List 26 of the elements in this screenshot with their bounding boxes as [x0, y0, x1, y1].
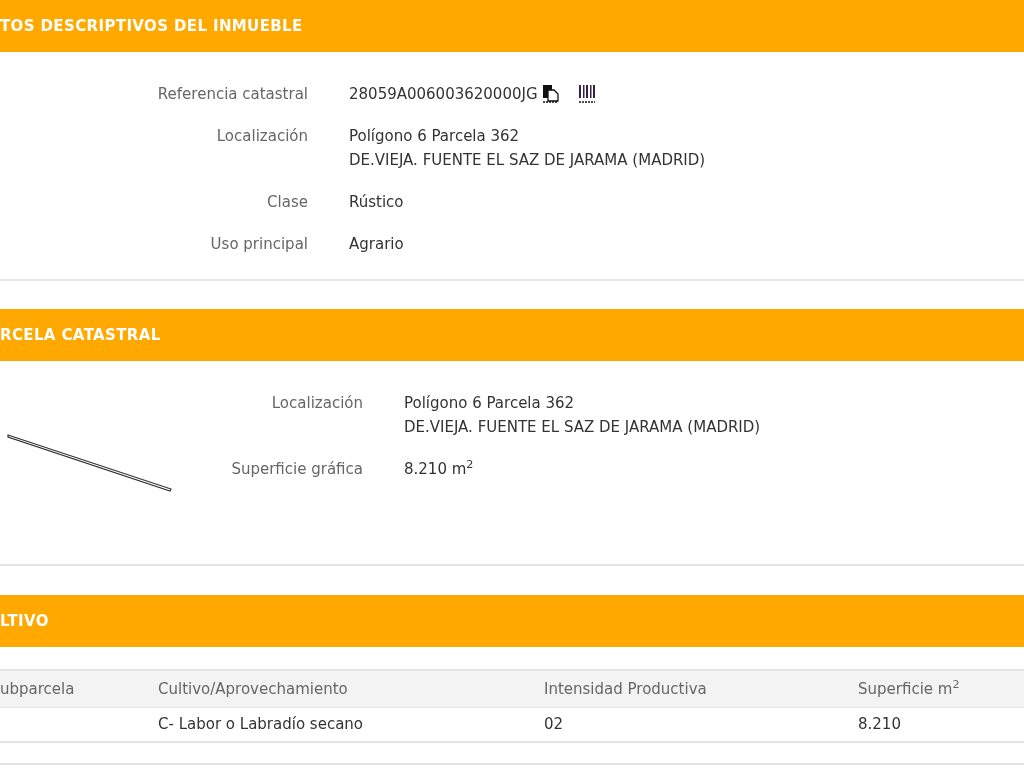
- section-title: TOS DESCRIPTIVOS DEL INMUEBLE: [0, 15, 303, 37]
- table-cell-text: C- Labor o Labradío secano: [158, 714, 364, 736]
- field-label: Clase: [266, 192, 308, 213]
- field-value: Rústico: [349, 192, 404, 213]
- section-title: RCELA CATASTRAL: [0, 324, 161, 346]
- field-label: Referencia catastral: [156, 84, 308, 105]
- section-title: LTIVO: [0, 610, 49, 632]
- field-label: Localización: [215, 126, 308, 147]
- field-label: Localización: [270, 393, 363, 414]
- field-value: Agrario: [349, 234, 404, 255]
- copy-icon[interactable]: [541, 84, 560, 104]
- column-header: Intensidad Productiva: [544, 678, 708, 700]
- column-header: Superficie m$^{2}$: [858, 677, 961, 700]
- field-value: Polígono 6 Parcela 362: [404, 393, 575, 414]
- field-value: 8.210 m$^{2}$: [404, 457, 474, 480]
- column-header: Cultivo/Aprovechamiento: [158, 678, 349, 700]
- barcode-icon[interactable]: [577, 84, 596, 104]
- table-cell-text: 02: [544, 714, 565, 736]
- column-header: ubparcela: [0, 678, 76, 700]
- field-label: Uso principal: [209, 234, 308, 255]
- field-value: Polígono 6 Parcela 362: [349, 126, 520, 147]
- field-value: DE.VIEJA. FUENTE EL SAZ DE JARAMA (MADRID): [404, 417, 761, 438]
- field-value: 28059A006003620000JG: [349, 84, 538, 105]
- field-value: DE.VIEJA. FUENTE EL SAZ DE JARAMA (MADRID): [349, 150, 706, 171]
- table-cell-text: 8.210: [858, 714, 902, 736]
- field-label: Superficie gráfica: [230, 459, 363, 480]
